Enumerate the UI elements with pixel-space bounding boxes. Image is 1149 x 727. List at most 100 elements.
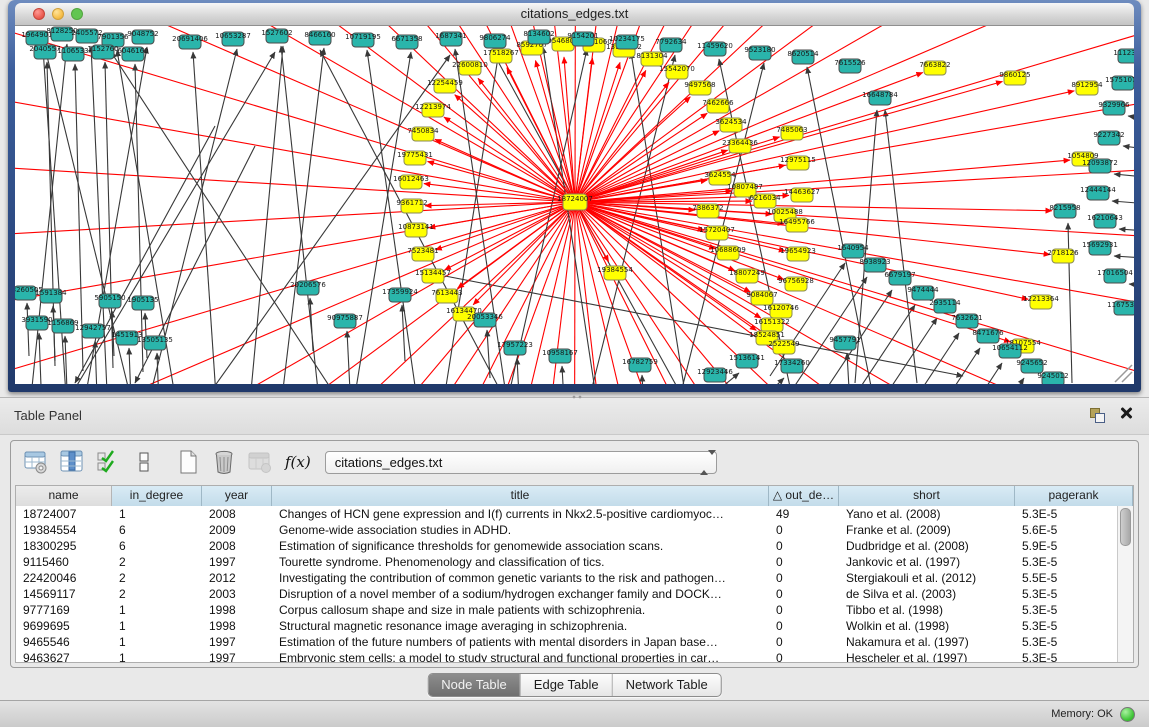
graph-edge: [95, 341, 97, 384]
splitter-grip[interactable]: [570, 395, 586, 400]
graph-node-label: 1905135: [127, 296, 158, 304]
graph-node-label: 7632621: [951, 314, 982, 322]
graph-node-label: 8620514: [787, 50, 819, 58]
graph-node-label: 7450834: [407, 127, 439, 135]
table-cell: 0: [769, 554, 839, 570]
tab-edge-table[interactable]: Edge Table: [520, 674, 612, 696]
table-row[interactable]: 2242004622012Investigating the contribut…: [16, 570, 1118, 586]
table-cell: 1: [112, 634, 202, 650]
column-header-title[interactable]: title: [272, 486, 769, 506]
table-body: 1872400712008Changes of HCN gene express…: [16, 506, 1118, 662]
select-columns-icon[interactable]: [93, 447, 123, 477]
table-cell: 1998: [202, 602, 272, 618]
graph-node-label: 7901356: [97, 33, 129, 41]
graph-node-label: 7462666: [702, 99, 734, 107]
graph-node-label: 8215958: [1049, 204, 1080, 212]
table-panel-title: Table Panel: [14, 408, 82, 423]
graph-edge: [906, 348, 980, 384]
table-cell: 5.3E-5: [1015, 650, 1118, 662]
graph-node-label: 19775431: [397, 151, 433, 159]
graph-node-label: 9154201: [567, 32, 598, 40]
table-row[interactable]: 1456911722003Disruption of a novel membe…: [16, 586, 1118, 602]
tab-node-table[interactable]: Node Table: [428, 674, 520, 696]
vertical-scrollbar[interactable]: [1117, 506, 1133, 662]
graph-edge: [245, 46, 283, 384]
graph-edge: [928, 363, 1002, 384]
table-cell: 2: [112, 586, 202, 602]
table-tabs: Node TableEdge TableNetwork Table: [427, 673, 722, 697]
graph-node-label: 1152760: [87, 45, 118, 53]
column-header-name[interactable]: name: [16, 486, 112, 506]
graph-node-label: 20691406: [172, 35, 208, 43]
graph-edge: [320, 50, 535, 384]
table-cell: 5.3E-5: [1015, 586, 1118, 602]
vertical-scrollbar-thumb[interactable]: [1120, 508, 1131, 546]
table-cell: 0: [769, 538, 839, 554]
column-header-year[interactable]: year: [202, 486, 272, 506]
table-cell: Tibbo et al. (1998): [839, 602, 1015, 618]
show-column-icon[interactable]: [57, 447, 87, 477]
table-row[interactable]: 1830029562008Estimation of significance …: [16, 538, 1118, 554]
graph-edge: [1123, 146, 1134, 153]
table-cell: Wolkin et al. (1998): [839, 618, 1015, 634]
table-row[interactable]: 977716911998Corpus callosum shape and si…: [16, 602, 1118, 618]
table-cell: 1997: [202, 634, 272, 650]
graph-node-label: 7613443: [431, 289, 462, 297]
close-panel-icon[interactable]: [1119, 406, 1133, 420]
graph-node-label: 17518267: [483, 49, 519, 57]
rows-icon[interactable]: [129, 447, 159, 477]
graph-node-label: 15720407: [699, 226, 735, 234]
graph-node-label: 9329966: [1098, 101, 1130, 109]
table-row[interactable]: 1872400712008Changes of HCN gene express…: [16, 506, 1118, 522]
table-cell: 2009: [202, 522, 272, 538]
table-cell: Structural magnetic resonance image aver…: [272, 618, 769, 634]
graph-node-label: 15542070: [659, 65, 695, 73]
table-cell: 6: [112, 522, 202, 538]
graph-node-label: 9806274: [479, 34, 511, 42]
graph-edge: [1114, 174, 1134, 180]
table-cell: 0: [769, 586, 839, 602]
graph-edge: [575, 26, 577, 202]
float-panel-icon[interactable]: [1090, 408, 1105, 423]
graph-node-label: 5905150: [94, 294, 125, 302]
column-header-out_de[interactable]: △ out_de…: [769, 486, 839, 506]
table-chooser-combobox[interactable]: citations_edges.txt: [325, 451, 717, 474]
tab-network-table[interactable]: Network Table: [612, 674, 721, 696]
delete-column-disabled-icon: [245, 447, 275, 477]
table-cell: Tourette syndrome. Phenomenology and cla…: [272, 554, 769, 570]
graph-node-label: 9245652: [1016, 359, 1047, 367]
table-row[interactable]: 1938455462009Genome-wide association stu…: [16, 522, 1118, 538]
table-cell: 0: [769, 602, 839, 618]
column-settings-icon[interactable]: [21, 447, 51, 477]
graph-edge: [135, 64, 143, 372]
table-cell: Investigating the contribution of common…: [272, 570, 769, 586]
table-cell: de Silva et al. (2003): [839, 586, 1015, 602]
table-cell: Nakamura et al. (1997): [839, 634, 1015, 650]
table-cell: Hescheler et al. (1997): [839, 650, 1015, 662]
graph-node-label: 22600810: [452, 61, 488, 69]
network-canvas[interactable]: 1225445912213974745083419775431160124639…: [15, 26, 1134, 384]
window-titlebar[interactable]: citations_edges.txt: [15, 3, 1134, 26]
graph-node-label: 12942757: [75, 324, 111, 332]
delete-table-icon[interactable]: [209, 447, 239, 477]
function-builder-icon[interactable]: f(x): [285, 453, 311, 471]
table-row[interactable]: 946554611997Estimation of the future num…: [16, 634, 1118, 650]
table-cell: 9777169: [16, 602, 112, 618]
column-header-in_degree[interactable]: in_degree: [112, 486, 202, 506]
graph-node-label: 18807249: [729, 269, 765, 277]
graph-node-label: 13505135: [137, 336, 173, 344]
column-header-pagerank[interactable]: pagerank: [1015, 486, 1133, 506]
graph-edge: [128, 202, 575, 384]
graph-node-label: 12093872: [1082, 159, 1118, 167]
graph-node-label: 96756928: [778, 277, 814, 285]
graph-edge: [1119, 229, 1134, 233]
graph-node-label: 12444144: [1080, 186, 1116, 194]
graph-edge: [424, 184, 575, 202]
new-table-icon[interactable]: [173, 447, 203, 477]
table-row[interactable]: 911546021997Tourette syndrome. Phenomeno…: [16, 554, 1118, 570]
table-row[interactable]: 946362711997Embryonic stem cells: a mode…: [16, 650, 1118, 662]
table-row[interactable]: 969969511998Structural magnetic resonanc…: [16, 618, 1118, 634]
graph-edge: [445, 202, 575, 270]
table-cell: 5.3E-5: [1015, 506, 1118, 522]
column-header-short[interactable]: short: [839, 486, 1015, 506]
